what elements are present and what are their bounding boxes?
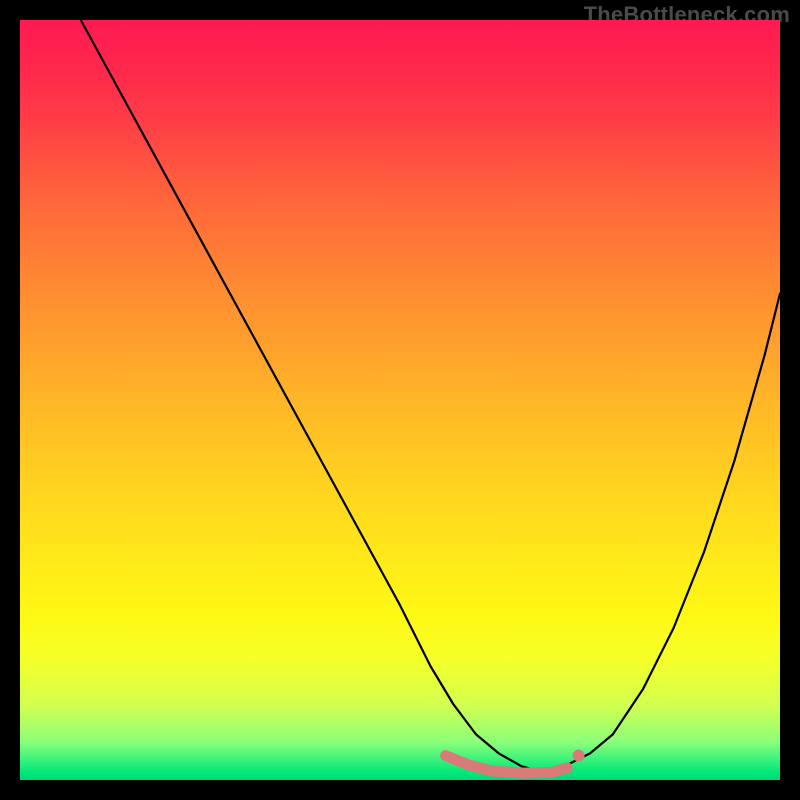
series-right-branch xyxy=(544,294,780,773)
chart-frame: TheBottleneck.com xyxy=(0,0,800,800)
series-left-branch xyxy=(81,20,545,772)
series-layer xyxy=(81,20,780,773)
curve-layer xyxy=(20,20,780,780)
threshold-dot xyxy=(573,750,585,762)
plot-area xyxy=(20,20,780,780)
